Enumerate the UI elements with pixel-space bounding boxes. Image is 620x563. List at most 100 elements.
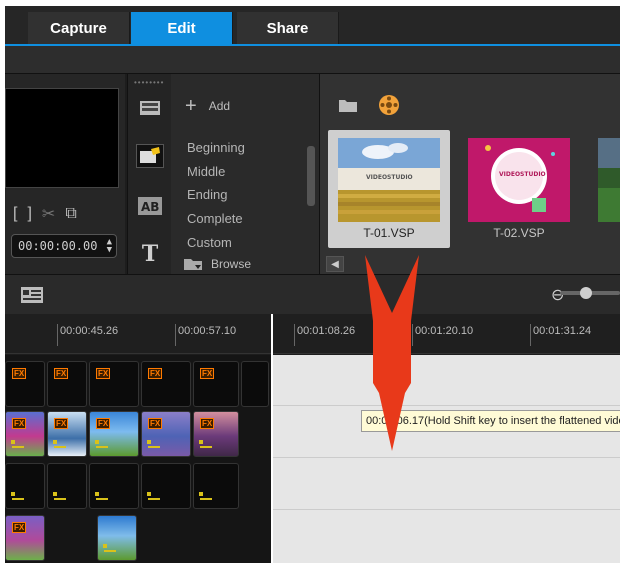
- browse-folder-icon: [184, 259, 202, 270]
- video-editor-window: Capture Edit Share [ ] ✂ ⧉ 00:00:00.00 ▲…: [5, 6, 620, 563]
- zoom-out-icon[interactable]: ⊖: [551, 285, 564, 305]
- mark-out-icon[interactable]: ]: [27, 205, 31, 223]
- thumbnail-overlay-text: VIDEOSTUDIO: [366, 174, 413, 181]
- link-icon: [199, 440, 212, 448]
- spinner-icon[interactable]: ▲ ▼: [107, 238, 112, 255]
- text-ab-icon[interactable]: AB: [136, 194, 164, 218]
- category-item[interactable]: Custom: [187, 235, 232, 250]
- link-icon: [53, 492, 66, 500]
- drag-arrow-icon: [365, 255, 419, 451]
- zoom-slider[interactable]: [560, 287, 620, 299]
- link-icon: [53, 440, 66, 448]
- thumbnail-image: VIDEOSTUDIO: [338, 138, 440, 222]
- film-reel-icon[interactable]: [378, 94, 400, 116]
- thumbnail-overlay-text: VIDEOSTUDIO: [499, 171, 546, 178]
- link-icon: [11, 492, 24, 500]
- timeline-clip[interactable]: FX: [193, 361, 239, 407]
- playhead[interactable]: [271, 314, 273, 563]
- fx-badge: FX: [148, 368, 163, 379]
- timeline-clip[interactable]: FX: [5, 361, 45, 407]
- scissors-icon[interactable]: ✂: [42, 204, 55, 224]
- track-divider: [271, 405, 620, 406]
- template-thumbnail[interactable]: VIDEOSTUDIO T-02.VSP: [458, 130, 580, 248]
- timeline-clip[interactable]: [141, 463, 191, 509]
- copy-icon[interactable]: ⧉: [65, 205, 76, 223]
- video-clip[interactable]: FX: [47, 411, 87, 457]
- category-item[interactable]: Complete: [187, 211, 243, 226]
- svg-text:AB: AB: [141, 200, 159, 214]
- browse-button[interactable]: Browse: [183, 257, 251, 271]
- fx-badge: FX: [12, 522, 27, 533]
- timeline-clip[interactable]: FX: [141, 361, 191, 407]
- ruler-tick: 00:01:31.24: [530, 324, 591, 346]
- timecode-value: 00:00:00.00: [18, 239, 98, 253]
- link-icon: [199, 492, 212, 500]
- timeline-clip[interactable]: FX: [89, 361, 139, 407]
- fx-badge: FX: [200, 418, 215, 429]
- thumbnail-image: [598, 138, 620, 222]
- link-icon: [147, 440, 160, 448]
- thumbnail-label: T-02.VSP: [493, 226, 545, 240]
- timeline-clip[interactable]: [47, 463, 87, 509]
- preview-screen: [5, 88, 119, 188]
- fx-badge: FX: [96, 418, 111, 429]
- timeline-clip[interactable]: [5, 463, 45, 509]
- ruler-tick: 00:01:20.10: [412, 324, 473, 346]
- add-label: Add: [208, 99, 231, 113]
- link-icon: [147, 492, 160, 500]
- folder-icon[interactable]: [338, 97, 358, 113]
- timeline-clip[interactable]: FX: [47, 361, 87, 407]
- timeline-empty-area[interactable]: [271, 355, 620, 563]
- video-clip[interactable]: [97, 515, 137, 561]
- category-item[interactable]: Ending: [187, 187, 227, 202]
- timeline-clip[interactable]: [241, 361, 269, 407]
- tab-bar: Capture Edit Share: [5, 6, 620, 44]
- video-clip[interactable]: FX: [89, 411, 139, 457]
- category-item[interactable]: Middle: [187, 164, 225, 179]
- template-thumbnail[interactable]: VIDEOSTUDIO T-01.VSP: [328, 130, 450, 248]
- library-thumbnail-area: VIDEOSTUDIO T-01.VSP VIDEOSTUDIO T-02.VS…: [319, 74, 620, 274]
- tab-edit[interactable]: Edit: [131, 12, 233, 44]
- fx-badge: FX: [96, 368, 111, 379]
- ruler-tick: 00:00:57.10: [175, 324, 236, 346]
- media-icon[interactable]: [136, 96, 164, 120]
- fx-badge: FX: [54, 418, 69, 429]
- scroll-left-button[interactable]: ◀: [326, 256, 344, 272]
- fx-badge: FX: [54, 368, 69, 379]
- video-clip[interactable]: FX: [193, 411, 239, 457]
- add-button[interactable]: + Add: [185, 96, 230, 116]
- category-scrollbar[interactable]: [307, 134, 315, 252]
- tab-capture[interactable]: Capture: [28, 12, 130, 44]
- ruler-tick: 00:01:08.26: [294, 324, 355, 346]
- template-thumbnail-partial[interactable]: [588, 130, 620, 248]
- link-icon: [95, 492, 108, 500]
- video-clip[interactable]: FX: [5, 411, 45, 457]
- library-category-bar: •••••••• AB T: [127, 74, 171, 274]
- mark-in-icon[interactable]: [: [13, 205, 17, 223]
- library-category-list: + Add Beginning Middle Ending Complete C…: [171, 74, 319, 274]
- plus-icon: +: [185, 95, 197, 117]
- track-divider: [271, 509, 620, 510]
- fx-badge: FX: [12, 368, 27, 379]
- title-icon[interactable]: T: [136, 241, 164, 267]
- category-item[interactable]: Beginning: [187, 140, 245, 155]
- thumbnail-image: VIDEOSTUDIO: [468, 138, 570, 222]
- zoom-slider-knob[interactable]: [580, 287, 592, 299]
- track-divider: [271, 457, 620, 458]
- timeline-ruler[interactable]: 00:00:45.26 00:00:57.10 00:01:08.26 00:0…: [5, 314, 620, 354]
- menu-strip: [5, 46, 620, 74]
- storyboard-view-icon[interactable]: [21, 287, 43, 308]
- link-icon: [11, 440, 24, 448]
- timecode-field[interactable]: 00:00:00.00 ▲ ▼: [11, 234, 117, 258]
- timeline-clip[interactable]: [89, 463, 139, 509]
- preview-panel: [ ] ✂ ⧉ 00:00:00.00 ▲ ▼: [5, 74, 125, 274]
- video-clip[interactable]: FX: [141, 411, 191, 457]
- instant-project-icon[interactable]: [136, 144, 164, 168]
- link-icon: [95, 440, 108, 448]
- timeline-clip[interactable]: [193, 463, 239, 509]
- tab-share[interactable]: Share: [237, 12, 339, 44]
- library-toolbar: [338, 94, 400, 116]
- fx-badge: FX: [148, 418, 163, 429]
- browse-label: Browse: [211, 257, 252, 271]
- video-clip[interactable]: FX: [5, 515, 45, 561]
